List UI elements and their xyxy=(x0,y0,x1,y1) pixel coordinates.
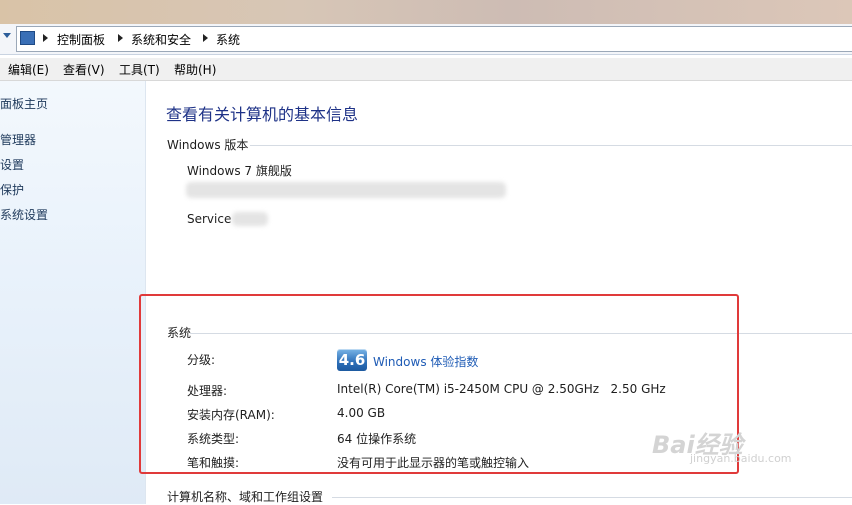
page-title: 查看有关计算机的基本信息 xyxy=(166,105,359,124)
section-computer-name-heading: 计算机名称、域和工作组设置 xyxy=(167,490,324,504)
breadcrumb-system[interactable]: 系统 xyxy=(216,31,240,48)
sidebar-item-remote-settings[interactable]: 设置 xyxy=(0,156,24,173)
breadcrumb[interactable]: 控制面板 系统和安全 系统 xyxy=(16,26,852,52)
highlight-box xyxy=(139,294,739,474)
breadcrumb-control-panel[interactable]: 控制面板 xyxy=(57,31,105,48)
nav-dropdown-icon[interactable] xyxy=(3,33,11,38)
address-bar: 控制面板 系统和安全 系统 xyxy=(0,24,852,55)
sidebar: 面板主页 管理器 设置 保护 系统设置 xyxy=(0,81,146,504)
section-divider xyxy=(250,145,852,146)
chevron-right-icon[interactable] xyxy=(203,34,208,42)
windows-edition-value: Windows 7 旗舰版 xyxy=(187,164,292,178)
menu-tools[interactable]: 工具(T) xyxy=(119,61,160,78)
chevron-right-icon[interactable] xyxy=(118,34,123,42)
menu-bar: 编辑(E) 查看(V) 工具(T) 帮助(H) xyxy=(0,58,852,81)
section-divider xyxy=(332,497,852,498)
sidebar-item-advanced-settings[interactable]: 系统设置 xyxy=(0,206,48,223)
sidebar-item-home[interactable]: 面板主页 xyxy=(0,95,48,112)
section-windows-edition-heading: Windows 版本 xyxy=(167,138,249,152)
redacted-service-pack xyxy=(232,212,268,226)
menu-edit[interactable]: 编辑(E) xyxy=(8,61,49,78)
control-panel-icon xyxy=(20,31,35,45)
breadcrumb-system-security[interactable]: 系统和安全 xyxy=(131,31,191,48)
redacted-copyright xyxy=(186,182,506,198)
sidebar-item-system-protection[interactable]: 保护 xyxy=(0,181,24,198)
menu-view[interactable]: 查看(V) xyxy=(63,61,105,78)
watermark-url: jingyan.baidu.com xyxy=(690,452,792,465)
service-pack-label: Service xyxy=(187,212,232,226)
menu-help[interactable]: 帮助(H) xyxy=(174,61,216,78)
sidebar-item-device-manager[interactable]: 管理器 xyxy=(0,131,36,148)
chevron-right-icon[interactable] xyxy=(43,34,48,42)
